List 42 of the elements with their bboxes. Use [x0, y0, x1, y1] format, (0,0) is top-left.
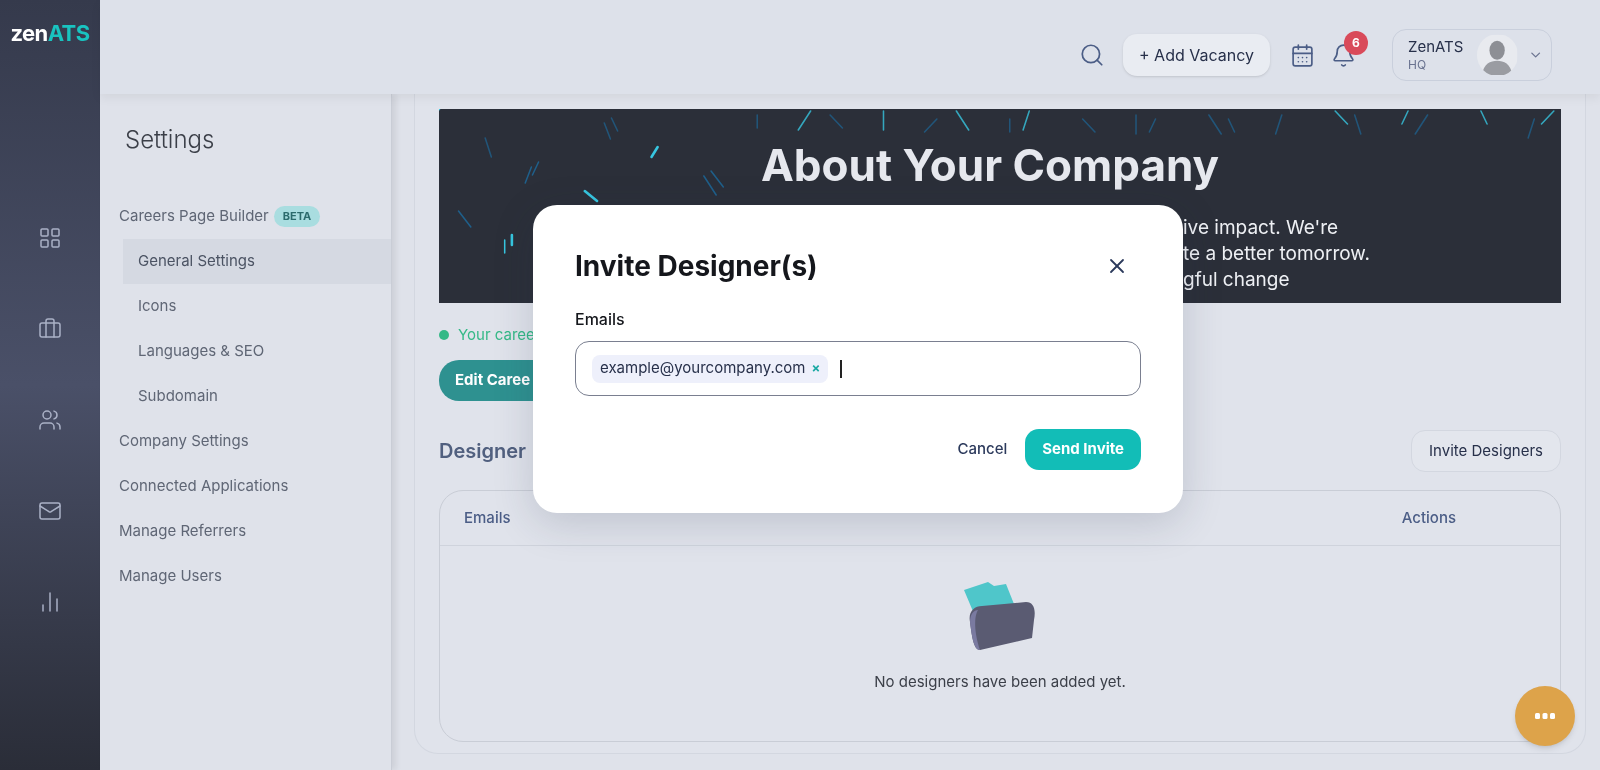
field-label: Emails	[575, 308, 626, 331]
user-org: HQ	[1408, 56, 1428, 72]
nav-item[interactable]: Icons	[123, 284, 391, 329]
empty-message: No designers have been added yet.	[874, 671, 1126, 693]
notification-badge: 6	[1344, 30, 1368, 55]
avatar	[1477, 34, 1518, 76]
users-icon[interactable]	[38, 408, 62, 432]
nav-item[interactable]: Company Settings	[100, 419, 391, 464]
settings-title: Settings	[125, 124, 216, 156]
logo[interactable]: zenATS	[10, 22, 90, 44]
column-header: Emails	[464, 506, 511, 529]
beta-badge: BETA	[273, 206, 321, 227]
grid-icon[interactable]	[38, 226, 62, 250]
nav-item[interactable]: General Settings	[123, 239, 391, 284]
calendar-icon[interactable]	[1290, 42, 1315, 68]
nav-item[interactable]: Manage Users	[100, 554, 391, 599]
chip-remove[interactable]: ×	[811, 358, 821, 379]
send-invite-button[interactable]: Send Invite	[1025, 429, 1141, 470]
cancel-button[interactable]: Cancel	[955, 438, 1010, 461]
chip-text: example@yourcompany.com	[600, 357, 806, 380]
dialog-title: Invite Designer(s)	[575, 248, 818, 285]
designers-heading: Designer	[439, 438, 526, 465]
briefcase-icon[interactable]	[38, 317, 62, 341]
emails-field[interactable]: example@yourcompany.com ×	[575, 341, 1141, 396]
ellipsis-icon	[1535, 713, 1555, 719]
nav-item[interactable]: Connected Applications	[100, 464, 391, 509]
user-name: ZenATS	[1408, 38, 1464, 57]
nav-item[interactable]: Languages & SEO	[123, 329, 391, 374]
nav-item[interactable]: Manage Referrers	[100, 509, 391, 554]
nav-item[interactable]: Subdomain	[123, 374, 391, 419]
preview-text: gful change	[1183, 267, 1291, 293]
column-header: Actions	[1401, 506, 1456, 529]
search-icon[interactable]	[1079, 42, 1105, 68]
text-cursor	[840, 359, 842, 378]
nav-item[interactable]: Careers Page Builder BETA	[100, 194, 391, 239]
user-menu[interactable]: ZenATS HQ	[1392, 29, 1552, 81]
mail-icon[interactable]	[38, 499, 62, 523]
invite-designers-button[interactable]: Invite Designers	[1411, 430, 1561, 472]
add-vacancy-button[interactable]: + Add Vacancy	[1123, 34, 1270, 76]
status-text: Your caree	[458, 323, 535, 346]
preview-text: ive impact. We're	[1183, 215, 1340, 241]
preview-text: te a better tomorrow.	[1183, 241, 1370, 267]
